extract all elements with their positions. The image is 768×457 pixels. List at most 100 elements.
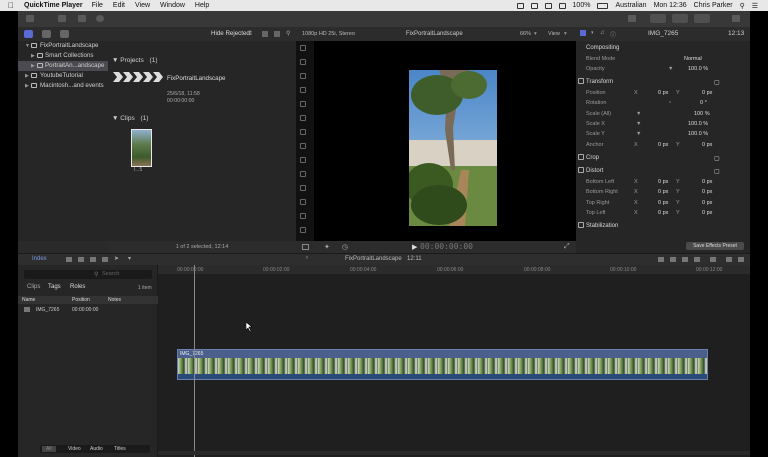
menu-app-name[interactable]: QuickTime Player xyxy=(24,2,83,9)
history-back-icon[interactable]: ‹ xyxy=(306,255,308,261)
play-icon[interactable]: ▶ xyxy=(412,243,417,251)
anchor-x[interactable]: 0 px xyxy=(658,142,668,148)
chevron-down-icon[interactable]: ▾ xyxy=(128,255,131,262)
distort-section[interactable]: Distort ▢ xyxy=(576,166,750,176)
clip-thumbnail[interactable] xyxy=(131,129,152,167)
apple-icon[interactable]:  xyxy=(8,1,14,10)
scale-y-value[interactable]: 100.0 % xyxy=(688,131,708,137)
distort-checkbox[interactable] xyxy=(578,167,584,173)
connect-clip-icon[interactable] xyxy=(66,257,72,262)
search-icon[interactable]: ⚲ xyxy=(286,30,290,37)
camera-import-icon[interactable] xyxy=(26,15,34,22)
column-name[interactable]: Name xyxy=(22,297,35,303)
insert-clip-icon[interactable] xyxy=(78,257,84,262)
rotation-dial-icon[interactable]: ◔ xyxy=(668,100,671,106)
index-button[interactable]: Index xyxy=(32,256,47,262)
anchor-y[interactable]: 0 px xyxy=(702,142,712,148)
transform-onscreen-icon[interactable]: ▢ xyxy=(714,79,720,86)
timecode-display[interactable]: 00:00:00:00 xyxy=(420,242,473,251)
clip-appearance-icon[interactable] xyxy=(710,257,716,262)
clock[interactable]: Mon 12:36 xyxy=(654,2,687,9)
save-effects-preset-button[interactable]: Save Effects Preset xyxy=(686,242,744,250)
notification-center-icon[interactable]: ☰ xyxy=(752,2,758,10)
share-icon[interactable] xyxy=(628,15,636,22)
transform-checkbox[interactable] xyxy=(578,78,584,84)
bottom-right-x[interactable]: 0 px xyxy=(658,189,668,195)
filmstrip-view-icon[interactable] xyxy=(274,31,280,37)
rotation-value[interactable]: 0 ° xyxy=(700,100,707,106)
tab-tags[interactable]: Tags xyxy=(48,284,61,290)
speed-icon[interactable]: ◷ xyxy=(342,243,348,251)
timeline-ruler[interactable]: 00:00:00:00 00:00:02:00 00:00:04:00 00:0… xyxy=(158,265,750,274)
volume-icon[interactable] xyxy=(558,2,566,9)
battery-icon[interactable] xyxy=(597,2,609,9)
scale-slider-icon[interactable]: ▼ xyxy=(636,111,641,117)
top-left-x[interactable]: 0 px xyxy=(658,210,668,216)
video-inspector-icon[interactable] xyxy=(580,30,586,36)
blend-mode-select[interactable]: Normal xyxy=(684,56,702,62)
audio-inspector-icon[interactable]: ♫ xyxy=(600,30,605,36)
timeline-toggle-button[interactable] xyxy=(672,14,688,23)
top-left-y[interactable]: 0 px xyxy=(702,210,712,216)
column-notes[interactable]: Notes xyxy=(108,297,121,303)
projects-header[interactable]: ▼ Projects (1) xyxy=(112,57,158,64)
stabilization-checkbox[interactable] xyxy=(578,222,584,228)
fullscreen-viewer-icon[interactable]: ⤢ xyxy=(564,243,570,251)
crop-section[interactable]: Crop ▢ xyxy=(576,153,750,163)
disclosure-closed-icon[interactable]: ▶ xyxy=(25,73,29,79)
menu-edit[interactable]: Edit xyxy=(113,2,125,9)
record-status-icon[interactable] xyxy=(516,2,524,9)
top-right-x[interactable]: 0 px xyxy=(658,200,668,206)
scale-x-value[interactable]: 100.0 % xyxy=(688,121,708,127)
library-item[interactable]: ▼ FixPortraitLandscape xyxy=(18,41,108,51)
disclosure-open-icon[interactable]: ▼ xyxy=(25,43,30,49)
transform-section[interactable]: Transform ▢ xyxy=(576,77,750,87)
opacity-slider-icon[interactable]: ▼ xyxy=(668,66,673,72)
filter-video[interactable]: Video xyxy=(68,446,81,452)
library-item[interactable]: ▶ Macintosh...and events xyxy=(18,81,108,91)
clips-header[interactable]: ▼ Clips (1) xyxy=(112,115,148,122)
transform-tool-icon[interactable] xyxy=(302,244,309,250)
filter-titles[interactable]: Titles xyxy=(114,446,126,452)
playhead[interactable] xyxy=(194,265,195,457)
append-clip-icon[interactable] xyxy=(90,257,96,262)
view-menu[interactable]: View xyxy=(548,31,560,37)
info-inspector-icon[interactable]: ⓘ xyxy=(610,30,616,39)
disclosure-closed-icon[interactable]: ▶ xyxy=(31,53,35,59)
disclosure-open-icon[interactable]: ▼ xyxy=(112,57,118,64)
effects-browser-icon[interactable] xyxy=(726,257,732,262)
crop-checkbox[interactable] xyxy=(578,154,584,160)
crop-onscreen-icon[interactable]: ▢ xyxy=(714,155,720,162)
distort-onscreen-icon[interactable]: ▢ xyxy=(714,168,720,175)
wifi-icon[interactable] xyxy=(544,2,552,9)
menu-window[interactable]: Window xyxy=(160,2,185,9)
timeline[interactable]: 00:00:00:00 00:00:02:00 00:00:04:00 00:0… xyxy=(158,265,750,457)
bottom-right-y[interactable]: 0 px xyxy=(702,189,712,195)
chevron-updown-icon[interactable]: ⇕ xyxy=(248,30,253,37)
audio-skimming-icon[interactable] xyxy=(670,257,676,262)
chevron-down-icon[interactable]: ▾ xyxy=(534,31,537,37)
menu-view[interactable]: View xyxy=(135,2,150,9)
transitions-browser-icon[interactable] xyxy=(738,257,744,262)
project-filmstrip-thumbnail[interactable] xyxy=(113,71,163,83)
overwrite-clip-icon[interactable] xyxy=(102,257,108,262)
timeline-scrollbar[interactable] xyxy=(158,451,750,455)
disclosure-closed-icon[interactable]: ▶ xyxy=(31,63,35,69)
bottom-left-y[interactable]: 0 px xyxy=(702,179,712,185)
keyword-icon[interactable] xyxy=(78,15,86,22)
project-name[interactable]: FixPortraitLandscape xyxy=(167,75,227,82)
snapping-icon[interactable] xyxy=(694,257,700,262)
enhance-icon[interactable]: ✦ xyxy=(324,243,330,251)
menu-file[interactable]: File xyxy=(92,2,103,9)
titles-generators-icon[interactable] xyxy=(60,30,69,38)
bottom-left-x[interactable]: 0 px xyxy=(658,179,668,185)
background-tasks-icon[interactable] xyxy=(96,15,104,22)
hide-rejected-filter[interactable]: Hide Rejected xyxy=(211,30,250,37)
menu-help[interactable]: Help xyxy=(195,2,209,9)
libraries-toggle-button[interactable] xyxy=(650,14,666,23)
photos-audio-icon[interactable] xyxy=(42,30,51,38)
fullscreen-icon[interactable] xyxy=(732,15,740,22)
arrow-tool-icon[interactable]: ➤ xyxy=(114,255,119,262)
position-y[interactable]: 0 px xyxy=(702,90,712,96)
scale-slider-icon[interactable]: ▼ xyxy=(636,121,641,127)
